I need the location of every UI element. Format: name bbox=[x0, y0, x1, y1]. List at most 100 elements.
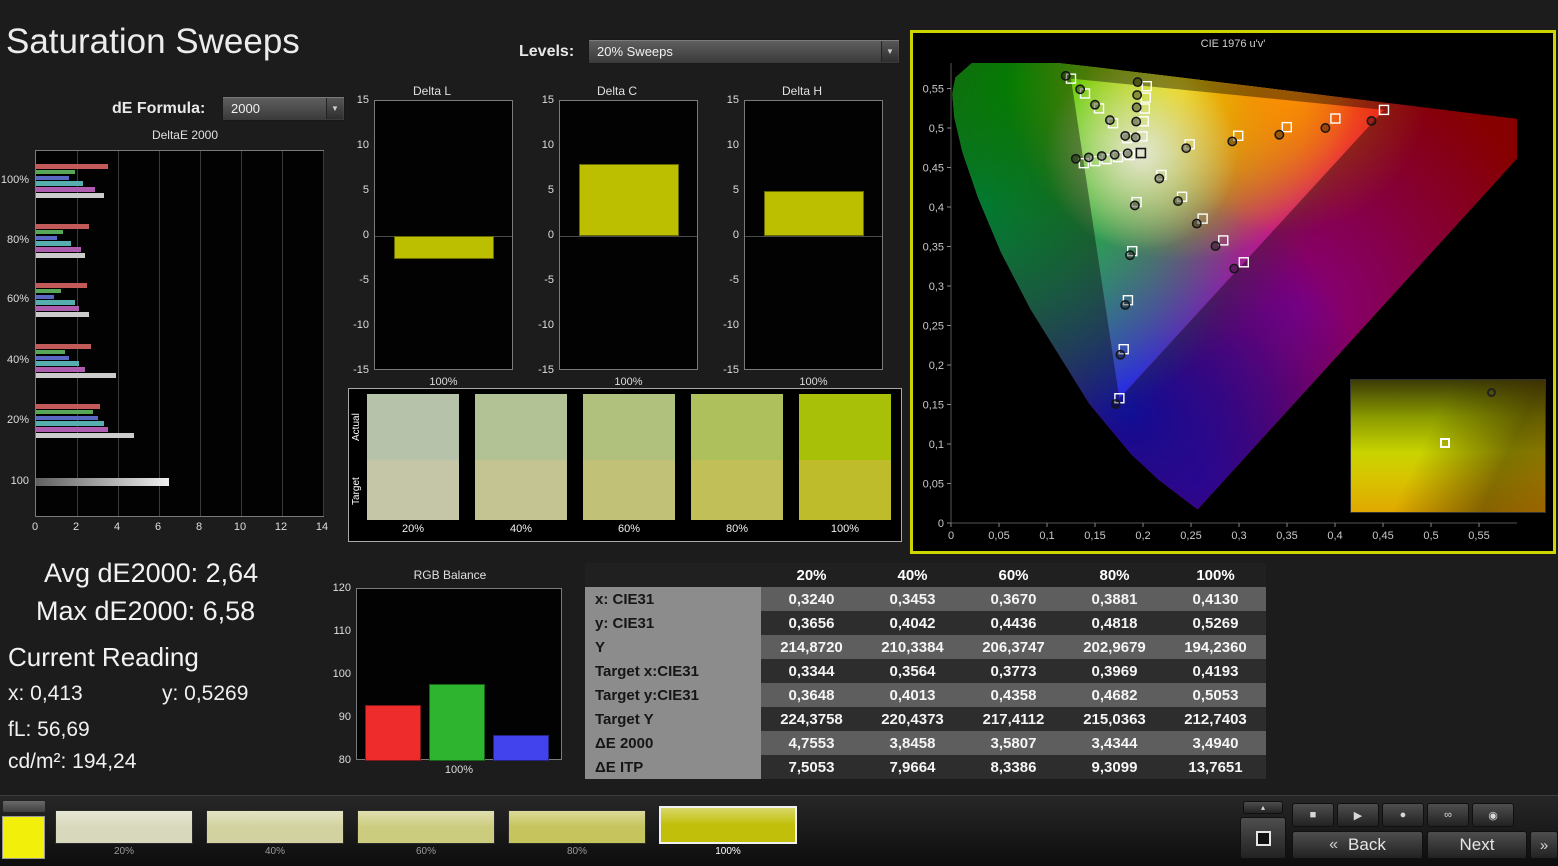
gridline bbox=[118, 151, 119, 516]
y-tick-label: 100 bbox=[332, 668, 351, 680]
fast-forward-button[interactable]: » bbox=[1530, 831, 1558, 859]
x-tick-label: 6 bbox=[154, 521, 162, 533]
y-tick-label: 0,1 bbox=[929, 439, 944, 451]
chevrons-left-icon: « bbox=[1329, 836, 1339, 853]
pattern-window-button[interactable] bbox=[1240, 817, 1286, 859]
table-cell: 0,5053 bbox=[1165, 683, 1266, 707]
table-cell: 3,4940 bbox=[1165, 731, 1266, 755]
deltae-bar bbox=[36, 300, 75, 305]
probe-button[interactable]: ◉ bbox=[1472, 803, 1514, 827]
table-cell: 8,3386 bbox=[963, 755, 1064, 779]
rgb-plot-area bbox=[356, 588, 562, 761]
y-tick-label: 0 bbox=[938, 518, 944, 530]
y-tick-label: -15 bbox=[723, 364, 739, 376]
continuous-icon: ∞ bbox=[1444, 809, 1452, 821]
deltae-bar bbox=[36, 478, 170, 486]
x-axis-label: 100% bbox=[444, 764, 474, 776]
levels-dropdown[interactable]: 20% Sweeps ▼ bbox=[588, 39, 900, 64]
actual-color bbox=[367, 394, 459, 460]
x-axis-label: 100% bbox=[799, 376, 828, 388]
back-label: Back bbox=[1348, 835, 1386, 854]
chevrons-right-icon: » bbox=[1539, 836, 1549, 854]
table-cell: 0,4193 bbox=[1165, 659, 1266, 683]
corner-header bbox=[585, 563, 761, 587]
x-tick-label: 0,3 bbox=[1231, 530, 1246, 542]
square-icon bbox=[1255, 830, 1271, 846]
table-cell: 0,4818 bbox=[1064, 611, 1165, 635]
table-cell: 0,3564 bbox=[862, 659, 963, 683]
x-tick-label: 0 bbox=[31, 521, 39, 533]
current-color-swatch[interactable] bbox=[2, 816, 45, 859]
chart-title: Delta C bbox=[596, 84, 637, 98]
triangle-up-icon: ▴ bbox=[1260, 803, 1265, 812]
deltae-bar bbox=[36, 427, 108, 432]
y-tick-label: 0,25 bbox=[923, 321, 944, 333]
row-label: Y bbox=[585, 635, 761, 659]
delta_l-bar bbox=[394, 236, 494, 259]
y-tick-label: 5 bbox=[362, 184, 369, 196]
sweep-color-block bbox=[55, 810, 193, 844]
table-cell: 4,7553 bbox=[761, 731, 862, 755]
table-cell: 210,3384 bbox=[862, 635, 963, 659]
de-formula-dropdown[interactable]: 2000 ▼ bbox=[222, 96, 345, 121]
sweep-button-40%[interactable]: 40% bbox=[206, 810, 344, 858]
yellow-measured-marker bbox=[1130, 132, 1141, 143]
sweep-button-20%[interactable]: 20% bbox=[55, 810, 193, 858]
sweep-button-label: 40% bbox=[264, 846, 285, 857]
current-cdm2-value: cd/m²: 194,24 bbox=[8, 750, 137, 773]
y-tick-label: 0,2 bbox=[929, 360, 944, 372]
toolbar-controls: ▴ ■ ▶ ● ∞ ◉ « Back Next » bbox=[1240, 796, 1558, 866]
row-label: Target y:CIE31 bbox=[585, 683, 761, 707]
column-header: 80% bbox=[1064, 563, 1165, 587]
toolbar-collapse-button[interactable] bbox=[2, 800, 46, 813]
x-tick-label: 2 bbox=[72, 521, 80, 533]
y-tick-label: 0,3 bbox=[929, 281, 944, 293]
probe-icon: ◉ bbox=[1488, 809, 1498, 822]
delta_h-bar bbox=[764, 191, 864, 236]
cyan-measured-marker bbox=[1122, 148, 1133, 159]
actual-target-swatch-strip: Actual Target 20% 40% 60% 80% 100% bbox=[348, 388, 902, 542]
deltae-bar bbox=[36, 164, 108, 169]
column-header: 40% bbox=[862, 563, 963, 587]
deltae-bar bbox=[36, 409, 94, 415]
continuous-button[interactable]: ∞ bbox=[1427, 803, 1469, 827]
delta_c-bar bbox=[579, 164, 679, 236]
swatch-label: 80% bbox=[725, 523, 749, 535]
rgb-balance-chart: RGB Balance 120 110 100 90 80 100% bbox=[330, 568, 570, 786]
delta-c-chart: Delta C 15 10 5 0 -5 -10 -15 100% bbox=[533, 84, 701, 388]
delta-c-plot-area bbox=[559, 100, 698, 370]
sweep-button-60%[interactable]: 60% bbox=[357, 810, 495, 858]
table-cell: 0,5269 bbox=[1165, 611, 1266, 635]
sweep-button-80%[interactable]: 80% bbox=[508, 810, 646, 858]
y-tick-label: -15 bbox=[353, 364, 369, 376]
current-y-value: y: 0,5269 bbox=[162, 682, 249, 705]
play-button[interactable]: ▶ bbox=[1337, 803, 1379, 827]
deltae-bar bbox=[36, 421, 104, 426]
swatch-label: 60% bbox=[617, 523, 641, 535]
cyan-measured-marker bbox=[1109, 149, 1120, 160]
yellow-measured-marker bbox=[1132, 90, 1143, 101]
y-tick-label: -10 bbox=[538, 319, 554, 331]
next-button[interactable]: Next bbox=[1427, 831, 1527, 859]
row-label: x: CIE31 bbox=[585, 587, 761, 611]
row-label: ΔE 2000 bbox=[585, 731, 761, 755]
x-tick-label: 0,45 bbox=[1372, 530, 1393, 542]
back-button[interactable]: « Back bbox=[1292, 831, 1423, 859]
deltae-bar bbox=[36, 187, 96, 192]
row-label: ΔE ITP bbox=[585, 755, 761, 779]
sweep-button-100%[interactable]: 100% bbox=[659, 806, 797, 858]
max-de2000-stat: Max dE2000: 6,58 bbox=[36, 596, 256, 626]
x-tick-label: 14 bbox=[315, 521, 329, 533]
record-button[interactable]: ● bbox=[1382, 803, 1424, 827]
panel-toggle-button[interactable]: ▴ bbox=[1243, 801, 1283, 814]
blue-measured-marker bbox=[1110, 399, 1121, 410]
table-cell: 215,0363 bbox=[1064, 707, 1165, 731]
table-cell: 7,9664 bbox=[862, 755, 963, 779]
stop-button[interactable]: ■ bbox=[1292, 803, 1334, 827]
table-cell: 212,7403 bbox=[1165, 707, 1266, 731]
table-cell: 13,7651 bbox=[1165, 755, 1266, 779]
table-cell: 0,4358 bbox=[963, 683, 1064, 707]
table-cell: 0,3453 bbox=[862, 587, 963, 611]
sweep-color-block bbox=[357, 810, 495, 844]
sweep-swatch-80%: 80% bbox=[691, 394, 783, 535]
